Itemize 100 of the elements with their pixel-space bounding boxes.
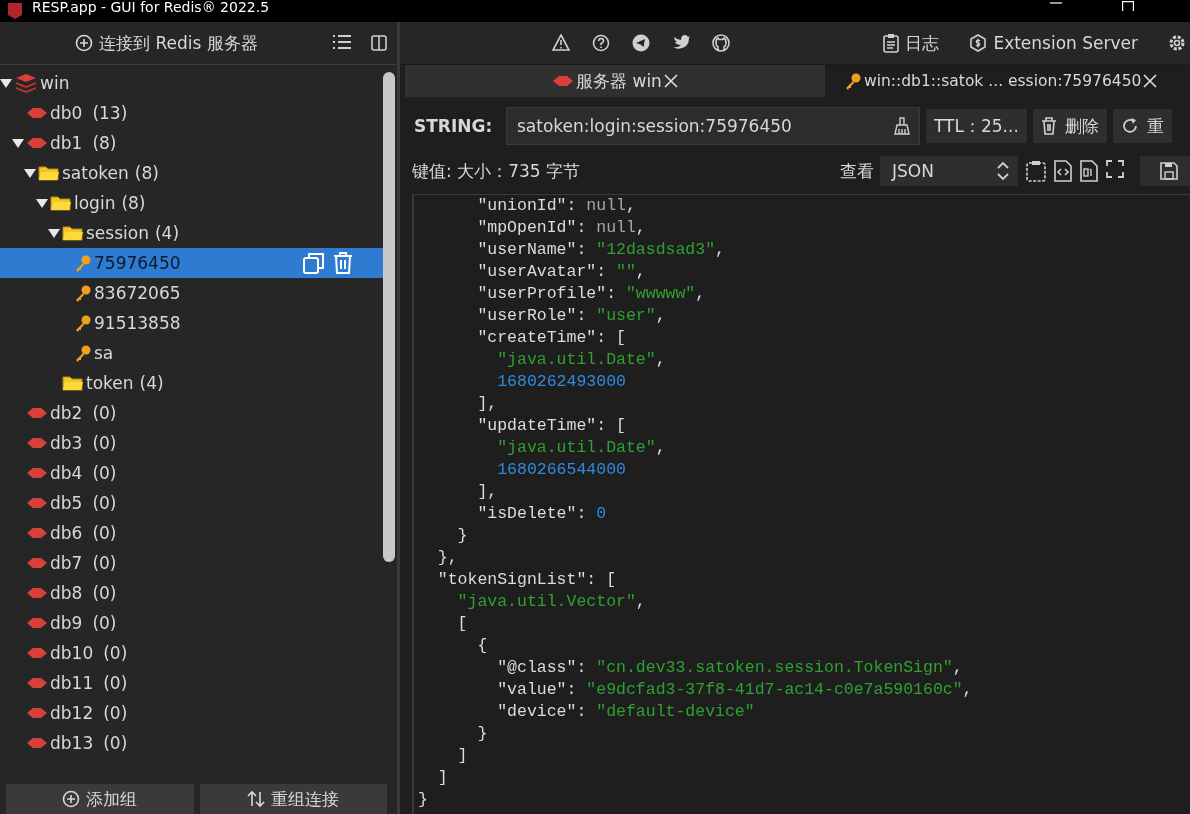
tree-item[interactable]: 75976450 <box>0 248 383 278</box>
database-icon <box>26 646 48 660</box>
code-line: "createTime": [ <box>476 327 626 349</box>
code-line: ], <box>476 481 498 503</box>
broom-icon[interactable] <box>894 117 910 135</box>
folder-icon <box>62 374 84 392</box>
code-line: }, <box>436 547 458 569</box>
tree-item[interactable]: db4 (0) <box>0 458 383 488</box>
code-line: "device": "default-device" <box>496 701 755 723</box>
database-icon <box>552 74 575 88</box>
key-type-label: STRING: <box>414 116 494 136</box>
tree-item[interactable]: db1 (8) <box>0 128 383 158</box>
tree-item[interactable]: db0 (13) <box>0 98 383 128</box>
code-line: "unionId": null, <box>476 195 636 217</box>
expanded-arrow-icon <box>12 138 24 148</box>
trash-icon[interactable] <box>333 252 353 274</box>
save-icon <box>1160 162 1178 180</box>
reload-icon <box>1120 117 1139 135</box>
code-line: "userRole": "user", <box>476 305 666 327</box>
cat-icon[interactable] <box>712 34 730 52</box>
copy-icon[interactable] <box>303 252 325 274</box>
ttl-button[interactable]: TTL：25... <box>926 109 1027 143</box>
folder-icon <box>62 224 84 242</box>
value-size-label: 键值: 大小：735 字节 <box>412 159 580 183</box>
reload-button[interactable]: 重 <box>1112 109 1172 143</box>
tree-item[interactable]: 83672065 <box>0 278 383 308</box>
tree-item[interactable]: db3 (0) <box>0 428 383 458</box>
database-icon <box>26 106 48 120</box>
tree-item[interactable]: satoken (8) <box>0 158 383 188</box>
tree-item[interactable]: db2 (0) <box>0 398 383 428</box>
tree-item[interactable]: db10 (0) <box>0 638 383 668</box>
minimize-icon[interactable] <box>1050 1 1062 7</box>
expanded-arrow-icon <box>0 78 12 88</box>
scrollbar[interactable] <box>383 72 395 562</box>
code-line: "tokenSignList": [ <box>436 569 617 591</box>
tree-item[interactable]: db12 (0) <box>0 698 383 728</box>
connect-server-button[interactable]: 连接到 Redis 服务器 <box>0 30 333 56</box>
code-line: } <box>476 723 488 745</box>
code-line: "mpOpenId": null, <box>476 217 646 239</box>
split-view-icon[interactable] <box>371 35 387 51</box>
delete-button[interactable]: 删除 <box>1032 109 1107 143</box>
close-icon[interactable] <box>1143 74 1158 88</box>
key-icon <box>844 72 862 90</box>
dollar-cube-icon <box>969 34 988 52</box>
code-line: "java.util.Date", <box>496 437 666 459</box>
tree-item[interactable]: db6 (0) <box>0 518 383 548</box>
database-icon <box>26 586 48 600</box>
binary-file-icon[interactable] <box>1080 160 1098 182</box>
clipboard-icon <box>883 33 900 53</box>
tree-item[interactable]: login (8) <box>0 188 383 218</box>
code-line: "updateTime": [ <box>476 415 626 437</box>
view-format-select[interactable]: JSON <box>880 156 1018 186</box>
paper-plane-icon[interactable] <box>632 34 650 52</box>
code-line: "java.util.Date", <box>496 349 666 371</box>
database-stack-icon <box>14 72 38 94</box>
tab[interactable]: 服务器 win <box>405 65 825 97</box>
reorder-connections-button[interactable]: 重组连接 <box>199 784 387 814</box>
log-button[interactable]: 日志 <box>883 31 940 55</box>
help-icon[interactable] <box>592 34 610 52</box>
maximize-icon[interactable] <box>1122 1 1134 11</box>
save-button[interactable] <box>1140 156 1190 186</box>
code-editor[interactable] <box>412 194 1190 814</box>
updown-chevron-icon <box>996 161 1010 181</box>
tree-item[interactable]: db13 (0) <box>0 728 383 758</box>
code-line: ] <box>436 767 448 789</box>
fullscreen-icon[interactable] <box>1106 160 1124 178</box>
list-icon[interactable] <box>333 35 351 49</box>
key-name-field[interactable]: satoken:login:session:75976450 <box>506 107 920 145</box>
code-line: 1680266544000 <box>496 459 626 481</box>
tree-item[interactable]: db9 (0) <box>0 608 383 638</box>
tree-item[interactable]: db8 (0) <box>0 578 383 608</box>
view-label: 查看 <box>840 159 874 183</box>
tree-item[interactable]: token (4) <box>0 368 383 398</box>
key-icon <box>74 284 92 302</box>
expanded-arrow-icon <box>24 168 36 178</box>
trash-icon <box>1040 117 1057 135</box>
database-icon <box>26 136 48 150</box>
folder-icon <box>50 194 72 212</box>
tree-item[interactable]: win <box>0 68 383 98</box>
clipboard-copy-icon[interactable] <box>1026 160 1046 182</box>
code-line: "userName": "12dasdsad3", <box>476 239 725 261</box>
database-icon <box>26 556 48 570</box>
add-group-button[interactable]: 添加组 <box>6 784 194 814</box>
tree-item[interactable]: 91513858 <box>0 308 383 338</box>
tree-item[interactable]: session (4) <box>0 218 383 248</box>
tree-item[interactable]: db7 (0) <box>0 548 383 578</box>
code-line: ], <box>476 393 498 415</box>
warning-icon[interactable] <box>552 34 570 52</box>
code-line: { <box>476 635 488 657</box>
code-line: ] <box>456 745 468 767</box>
settings-icon[interactable] <box>1168 34 1186 52</box>
extension-server-button[interactable]: Extension Server <box>969 33 1138 53</box>
bird-icon[interactable] <box>672 34 690 50</box>
code-file-icon[interactable] <box>1054 160 1072 182</box>
tree-item[interactable]: db11 (0) <box>0 668 383 698</box>
database-icon <box>26 436 48 450</box>
close-icon[interactable] <box>663 74 678 88</box>
code-line: "userAvatar": "", <box>476 261 646 283</box>
tree-item[interactable]: db5 (0) <box>0 488 383 518</box>
tree-item[interactable]: sa <box>0 338 383 368</box>
